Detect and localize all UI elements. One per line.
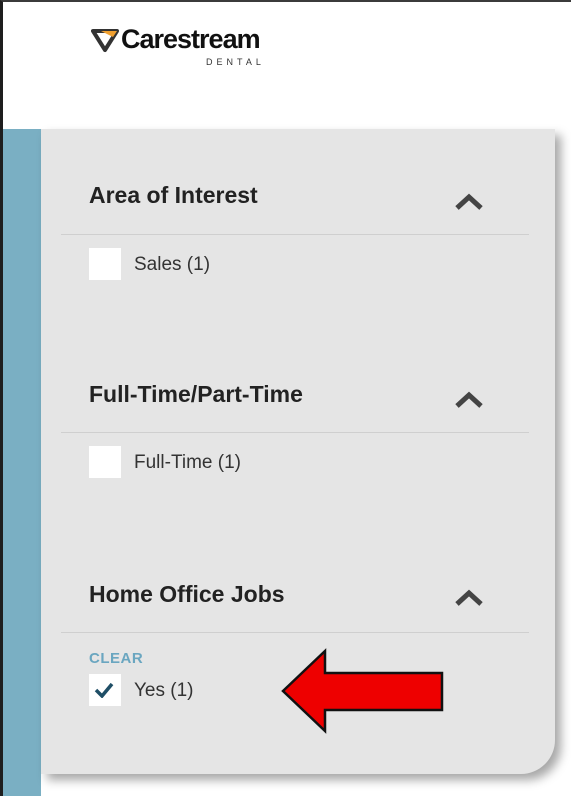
chevron-up-icon[interactable] <box>454 193 484 211</box>
carestream-tooth-icon <box>91 29 119 52</box>
site-header: Carestream DENTAL <box>3 2 571 129</box>
chevron-up-icon[interactable] <box>454 589 484 607</box>
section-divider <box>61 632 529 633</box>
brand-name: Carestream <box>121 24 261 54</box>
option-label: Full-Time (1) <box>134 452 241 473</box>
accent-strip <box>3 129 41 796</box>
section-divider <box>61 234 529 235</box>
red-arrow-left-icon <box>281 648 444 734</box>
checkbox[interactable] <box>89 446 121 478</box>
option-label: Sales (1) <box>134 254 211 275</box>
chevron-up-icon[interactable] <box>454 391 484 409</box>
carestream-logo[interactable]: Carestream DENTAL <box>91 24 321 78</box>
option-label: Yes (1) <box>134 680 194 701</box>
filter-title-home-office-jobs: Home Office Jobs <box>89 581 285 607</box>
checkbox[interactable] <box>89 248 121 280</box>
filter-title-full-time-part-time: Full-Time/Part-Time <box>89 381 303 407</box>
brand-subtitle: DENTAL <box>206 57 265 67</box>
checkmark-icon <box>94 682 114 698</box>
section-divider <box>61 432 529 433</box>
filter-title-area-of-interest: Area of Interest <box>89 182 258 208</box>
clear-filter-link[interactable]: CLEAR <box>89 650 143 667</box>
checkbox-checked[interactable] <box>89 674 121 706</box>
